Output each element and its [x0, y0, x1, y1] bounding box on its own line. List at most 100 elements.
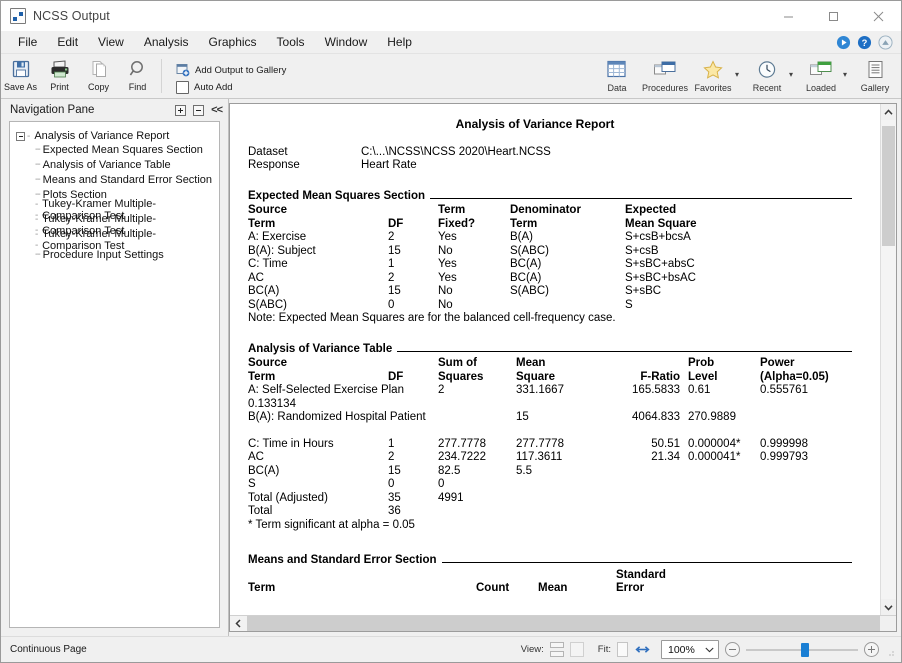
close-button[interactable]	[856, 1, 901, 31]
run-icon[interactable]	[836, 35, 851, 50]
toolbar-separator	[161, 59, 162, 93]
gallery-button[interactable]: Gallery	[853, 56, 897, 93]
menu-window[interactable]: Window	[316, 32, 377, 52]
anova-mean-square	[516, 505, 608, 519]
tree-item-means-and-standard-error-section[interactable]: -- Means and Standard Error Section	[16, 172, 215, 187]
fit-page-button[interactable]	[617, 642, 628, 657]
procedures-button[interactable]: Procedures	[639, 56, 691, 93]
table-row: C: Time in Hours 1 277.7778 277.7778 50.…	[248, 438, 829, 452]
menu-edit[interactable]: Edit	[48, 32, 87, 52]
zoom-level-combobox[interactable]: 100%	[661, 640, 719, 659]
tree-item-analysis-of-variance-table[interactable]: -- Analysis of Variance Table	[16, 157, 215, 172]
fit-width-button[interactable]	[634, 642, 651, 657]
table-header-row-2: Term Count Mean Error	[248, 582, 666, 596]
loaded-label: Loaded	[805, 83, 837, 93]
vertical-scroll-track[interactable]	[881, 120, 896, 599]
print-button[interactable]: Print	[40, 56, 79, 92]
anova-prob-level	[680, 492, 760, 506]
chevron-down-icon[interactable]	[705, 647, 714, 653]
expand-all-button[interactable]	[175, 104, 187, 116]
find-button[interactable]: Find	[118, 56, 157, 92]
favorites-chevron-down-icon[interactable]: ▾	[735, 56, 745, 79]
table-row: B(A): Randomized Hospital Patient 15 406…	[248, 411, 829, 425]
scrollbar-corner	[880, 616, 896, 631]
recent-button[interactable]: Recent	[745, 56, 789, 93]
fit-label: Fit:	[597, 644, 611, 655]
anova-prob-level: 0.61	[688, 384, 711, 396]
save-as-button[interactable]: Save As	[1, 56, 40, 92]
section-heading-text: Means and Standard Error Section	[248, 554, 437, 566]
scroll-down-button[interactable]	[881, 599, 896, 615]
recent-chevron-down-icon[interactable]: ▾	[789, 56, 799, 79]
hide-pane-button[interactable]: <<	[211, 104, 223, 116]
view-continuous-button[interactable]	[549, 642, 564, 657]
tree-item-tukey-kramer-test-3[interactable]: -- Tukey-Kramer Multiple-Comparison Test	[16, 228, 215, 252]
zoom-out-button[interactable]	[725, 642, 740, 657]
menu-analysis[interactable]: Analysis	[135, 32, 198, 52]
anova-sum-of-squares	[438, 505, 516, 519]
ncss-icon	[10, 8, 26, 24]
table-row-wrap: 0.133134	[248, 398, 829, 412]
table-row: S(ABC) 0 No S	[248, 299, 697, 313]
menu-tools[interactable]: Tools	[268, 32, 314, 52]
navigation-tree[interactable]: - Analysis of Variance Report -- Expecte…	[9, 121, 220, 628]
gallery-lines-icon	[866, 58, 885, 81]
recent-label: Recent	[752, 83, 782, 93]
anova-sum-of-squares: 82.5	[438, 464, 461, 477]
auto-add-checkbox-row[interactable]: Auto Add	[176, 81, 286, 94]
ems-mean-square: S+csB+bcsA	[625, 231, 691, 243]
tree-item-label: Analysis of Variance Table	[42, 158, 171, 171]
document-vertical-scrollbar[interactable]	[880, 104, 896, 615]
table-row: B(A): Subject 15 No S(ABC) S+csB	[248, 245, 697, 259]
tree-branch-icon: --	[35, 249, 41, 260]
favorites-label: Favorites	[694, 83, 732, 93]
section-heading-text: Analysis of Variance Table	[248, 342, 393, 355]
horizontal-scroll-track[interactable]	[247, 616, 880, 631]
support-icon[interactable]	[878, 35, 893, 50]
ems-fixed: No	[438, 285, 453, 297]
ncss-output-window: NCSS Output File Edit View Analysis Grap…	[0, 0, 902, 663]
anova-mean-square: 277.7778	[516, 437, 564, 450]
anova-df: 36	[388, 505, 401, 517]
save-icon	[11, 58, 31, 80]
vertical-scroll-thumb[interactable]	[882, 126, 895, 246]
menu-graphics[interactable]: Graphics	[200, 32, 266, 52]
scroll-up-button[interactable]	[881, 104, 896, 120]
maximize-button[interactable]	[811, 1, 856, 31]
view-label: View:	[520, 644, 544, 655]
minimize-button[interactable]	[766, 1, 811, 31]
document-horizontal-scrollbar[interactable]	[230, 615, 896, 631]
tree-root-node[interactable]: - Analysis of Variance Report	[16, 130, 215, 142]
copy-button[interactable]: Copy	[79, 56, 118, 92]
help-icon[interactable]: ?	[857, 35, 872, 50]
loaded-chevron-down-icon[interactable]: ▾	[843, 56, 853, 79]
col-prob-1: Prob	[688, 357, 715, 369]
add-output-to-gallery-button[interactable]: Add Output to Gallery	[176, 63, 286, 77]
auto-add-checkbox[interactable]	[176, 81, 189, 94]
anova-power	[760, 411, 829, 425]
data-button[interactable]: Data	[595, 56, 639, 93]
status-bar-controls: View: Fit: 100%	[521, 640, 895, 659]
col-count: Count	[476, 582, 510, 594]
resize-grip[interactable]	[885, 645, 895, 656]
favorites-button[interactable]: Favorites	[691, 56, 735, 93]
scroll-left-button[interactable]	[230, 616, 247, 631]
menu-view[interactable]: View	[89, 32, 133, 52]
collapse-all-button[interactable]	[193, 104, 205, 116]
zoom-in-button[interactable]	[864, 642, 879, 657]
view-single-page-button[interactable]	[569, 642, 584, 657]
table-row: A: Self-Selected Exercise Plan 2 331.166…	[248, 384, 829, 398]
tree-collapse-toggle-icon[interactable]	[16, 131, 25, 141]
anova-term: Total (Adjusted)	[248, 491, 328, 504]
loaded-button[interactable]: Loaded	[799, 56, 843, 93]
ems-df: 15	[388, 285, 401, 297]
zoom-slider-thumb[interactable]	[801, 643, 809, 657]
anova-mean-square	[516, 478, 608, 492]
tree-item-expected-mean-squares-section[interactable]: -- Expected Mean Squares Section	[16, 142, 215, 157]
col-blank-1	[248, 569, 476, 583]
tree-branch-icon: --	[35, 174, 41, 185]
menu-file[interactable]: File	[9, 32, 46, 52]
menu-help[interactable]: Help	[378, 32, 421, 52]
zoom-slider[interactable]	[746, 642, 858, 657]
ems-term: B(A): Subject	[248, 244, 316, 257]
